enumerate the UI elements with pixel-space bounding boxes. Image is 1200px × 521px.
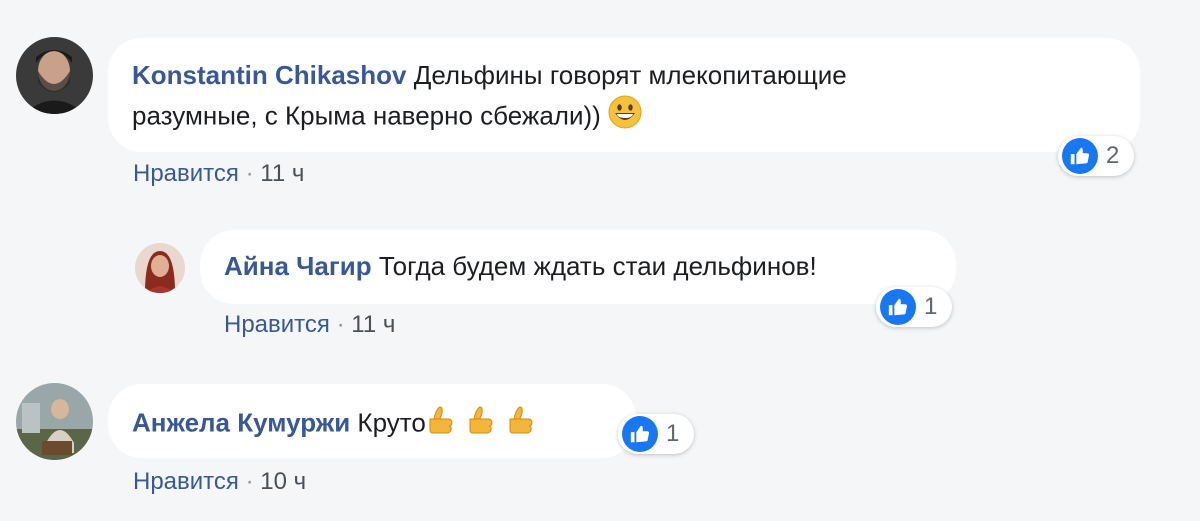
avatar-anzhela[interactable] (16, 383, 93, 460)
like-icon (622, 416, 658, 452)
reaction-count: 2 (1106, 142, 1120, 169)
separator: · (245, 468, 254, 495)
timestamp[interactable]: 10 ч (260, 468, 306, 495)
grinning-face-icon (608, 95, 642, 140)
comment-text: разумные, с Крыма наверно сбежали)) (132, 100, 601, 131)
comment-actions: Нравится · 11 ч (133, 160, 304, 188)
like-link[interactable]: Нравится (224, 311, 330, 338)
timestamp[interactable]: 11 ч (351, 311, 395, 338)
comment-author[interactable]: Анжела Кумуржи (132, 407, 350, 437)
comment-author[interactable]: Айна Чагир (224, 251, 372, 281)
reactions-summary[interactable]: 1 (876, 287, 952, 327)
like-icon (880, 289, 916, 325)
comment-actions: Нравится · 10 ч (133, 468, 306, 496)
comment-actions: Нравится · 11 ч (224, 311, 395, 339)
reactions-summary[interactable]: 2 (1058, 136, 1134, 176)
comment-bubble: Анжела Кумуржи Круто (108, 384, 636, 458)
comment-text: Круто (357, 407, 426, 438)
comment-author[interactable]: Konstantin Chikashov (132, 60, 406, 90)
avatar-aina[interactable] (135, 243, 185, 293)
comment-text: Дельфины говорят млекопитающие (413, 60, 847, 90)
comment-bubble: Konstantin Chikashov Дельфины говорят мл… (108, 38, 1140, 152)
reaction-count: 1 (924, 293, 938, 320)
reactions-summary[interactable]: 1 (618, 414, 694, 454)
separator: · (245, 160, 254, 187)
like-link[interactable]: Нравится (133, 468, 239, 495)
like-link[interactable]: Нравится (133, 160, 239, 187)
reaction-count: 1 (666, 420, 680, 447)
separator: · (336, 311, 345, 338)
timestamp[interactable]: 11 ч (260, 160, 304, 187)
like-icon (1062, 138, 1098, 174)
reply-bubble: Айна Чагир Тогда будем ждать стаи дельфи… (200, 230, 956, 304)
comment-text: Тогда будем ждать стаи дельфинов! (378, 251, 817, 281)
thumbs-up-hand-icon (426, 401, 546, 448)
avatar-konstantin[interactable] (16, 37, 93, 114)
